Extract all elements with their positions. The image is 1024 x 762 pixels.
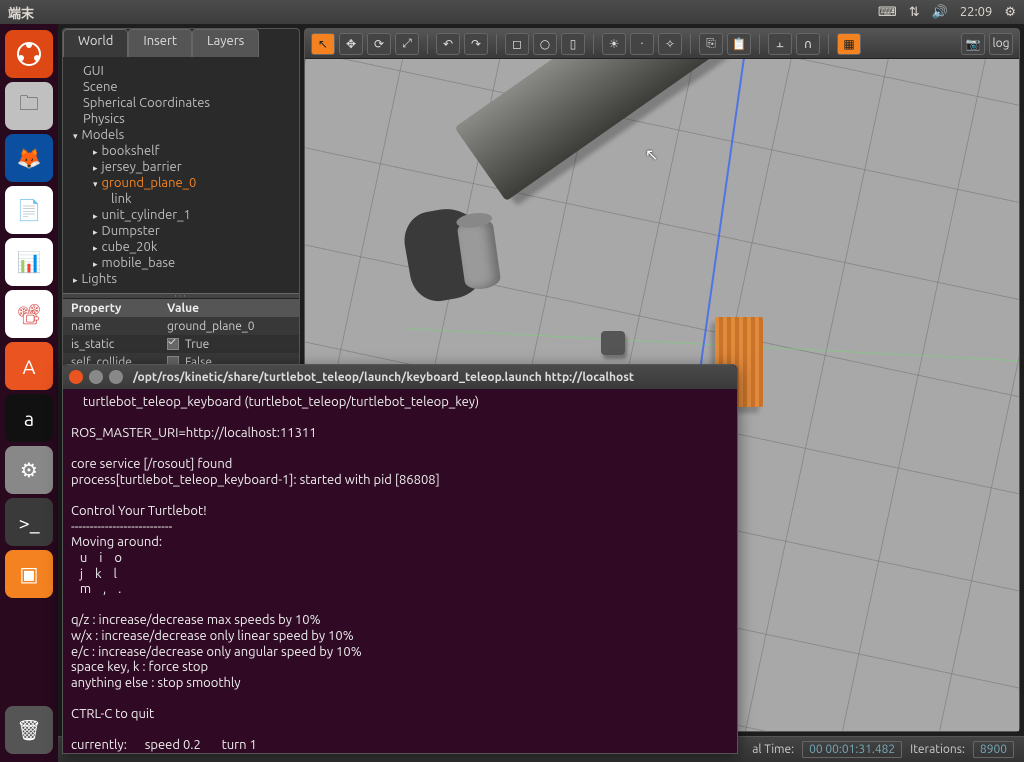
realtime-label: al Time: — [752, 743, 794, 756]
iterations-label: Iterations: — [910, 743, 965, 756]
tab-world[interactable]: World — [63, 29, 128, 57]
tree-link[interactable]: link — [69, 191, 299, 207]
launcher-ubuntu[interactable] — [5, 30, 53, 78]
iterations-value: 8900 — [973, 741, 1014, 758]
tree-scene[interactable]: Scene — [69, 79, 299, 95]
launcher-settings[interactable]: ⚙ — [5, 446, 53, 494]
clock[interactable]: 22:09 — [960, 5, 993, 19]
rotate-tool-icon[interactable]: ⟳ — [367, 33, 391, 55]
launcher-firefox[interactable]: 🦊 — [5, 134, 53, 182]
view-icon[interactable]: ▦ — [837, 33, 861, 55]
unity-launcher: 🗀 🦊 📄 📊 📽 A a ⚙ >_ ▣ 🗑 — [0, 24, 58, 762]
snap-icon[interactable]: ∩ — [796, 33, 820, 55]
world-tree[interactable]: GUI Scene Spherical Coordinates Physics … — [63, 57, 299, 293]
minimize-icon[interactable] — [89, 370, 103, 384]
paste-icon[interactable]: 📋 — [727, 33, 751, 55]
panel-splitter[interactable] — [63, 293, 299, 299]
redo-icon[interactable]: ↷ — [464, 33, 488, 55]
tree-jersey-barrier[interactable]: jersey_barrier — [69, 159, 299, 175]
undo-icon[interactable]: ↶ — [436, 33, 460, 55]
camera-icon[interactable]: 📷 — [961, 33, 985, 55]
terminal-body[interactable]: turtlebot_teleop_keyboard (turtlebot_tel… — [63, 389, 737, 753]
launcher-impress[interactable]: 📽 — [5, 290, 53, 338]
tree-mobile-base[interactable]: mobile_base — [69, 255, 299, 271]
tree-bookshelf[interactable]: bookshelf — [69, 143, 299, 159]
tab-insert[interactable]: Insert — [128, 29, 192, 57]
keyboard-indicator-icon[interactable]: ⌨ — [878, 5, 897, 20]
launcher-files[interactable]: 🗀 — [5, 82, 53, 130]
network-icon[interactable]: ⇅ — [909, 5, 920, 20]
world-tabs: World Insert Layers — [63, 29, 299, 57]
launcher-software[interactable]: A — [5, 342, 53, 390]
pointlight-icon[interactable]: · — [630, 33, 654, 55]
system-tray: ⌨ ⇅ 🔊 22:09 ⚙ — [878, 5, 1016, 20]
tree-models[interactable]: Models — [69, 127, 299, 143]
launcher-amazon[interactable]: a — [5, 394, 53, 442]
gear-icon[interactable]: ⚙ — [1004, 5, 1016, 20]
tree-ground-plane[interactable]: ground_plane_0 — [69, 175, 299, 191]
tree-unit-cylinder[interactable]: unit_cylinder_1 — [69, 207, 299, 223]
log-icon[interactable]: log — [989, 33, 1013, 55]
tree-physics[interactable]: Physics — [69, 111, 299, 127]
launcher-terminal[interactable]: >_ — [5, 498, 53, 546]
terminal-window[interactable]: /opt/ros/kinetic/share/turtlebot_teleop/… — [62, 364, 738, 754]
tree-spherical[interactable]: Spherical Coordinates — [69, 95, 299, 111]
select-tool-icon[interactable]: ↖ — [311, 33, 335, 55]
tree-lights[interactable]: Lights — [69, 271, 299, 287]
active-app-title: 端末 — [8, 3, 34, 22]
terminal-title: /opt/ros/kinetic/share/turtlebot_teleop/… — [133, 371, 634, 384]
mouse-cursor-icon: ↖ — [645, 145, 658, 164]
sun-icon[interactable]: ☀ — [602, 33, 626, 55]
maximize-icon[interactable] — [109, 370, 123, 384]
checkbox-icon[interactable] — [167, 338, 179, 350]
realtime-value: 00 00:01:31.482 — [802, 741, 902, 758]
tree-cube20k[interactable]: cube_20k — [69, 239, 299, 255]
tree-gui[interactable]: GUI — [69, 63, 299, 79]
launcher-gazebo[interactable]: ▣ — [5, 550, 53, 598]
property-header: Property Value — [63, 299, 299, 317]
property-table: Property Value name ground_plane_0 is_st… — [63, 299, 299, 371]
cylinder-icon[interactable]: ▯ — [561, 33, 585, 55]
spotlight-icon[interactable]: ✧ — [658, 33, 682, 55]
tree-dumpster[interactable]: Dumpster — [69, 223, 299, 239]
top-menubar: 端末 ⌨ ⇅ 🔊 22:09 ⚙ — [0, 0, 1024, 24]
launcher-writer[interactable]: 📄 — [5, 186, 53, 234]
scale-tool-icon[interactable]: ⤢ — [395, 33, 419, 55]
move-tool-icon[interactable]: ✥ — [339, 33, 363, 55]
launcher-trash[interactable]: 🗑 — [5, 706, 53, 754]
property-row-isstatic[interactable]: is_static True — [63, 335, 299, 353]
copy-icon[interactable]: ⎘ — [699, 33, 723, 55]
tab-layers[interactable]: Layers — [192, 29, 259, 57]
terminal-titlebar[interactable]: /opt/ros/kinetic/share/turtlebot_teleop/… — [63, 365, 737, 389]
close-icon[interactable] — [69, 370, 83, 384]
sphere-icon[interactable]: ○ — [533, 33, 557, 55]
box-icon[interactable]: ◻ — [505, 33, 529, 55]
sound-icon[interactable]: 🔊 — [932, 5, 948, 20]
align-icon[interactable]: ⫠ — [768, 33, 792, 55]
gazebo-toolbar: ↖ ✥ ⟳ ⤢ ↶ ↷ ◻ ○ ▯ ☀ · ✧ ⎘ 📋 ⫠ ∩ — [305, 29, 1019, 59]
launcher-calc[interactable]: 📊 — [5, 238, 53, 286]
model-cube20k[interactable] — [601, 331, 625, 355]
property-row-name[interactable]: name ground_plane_0 — [63, 317, 299, 335]
